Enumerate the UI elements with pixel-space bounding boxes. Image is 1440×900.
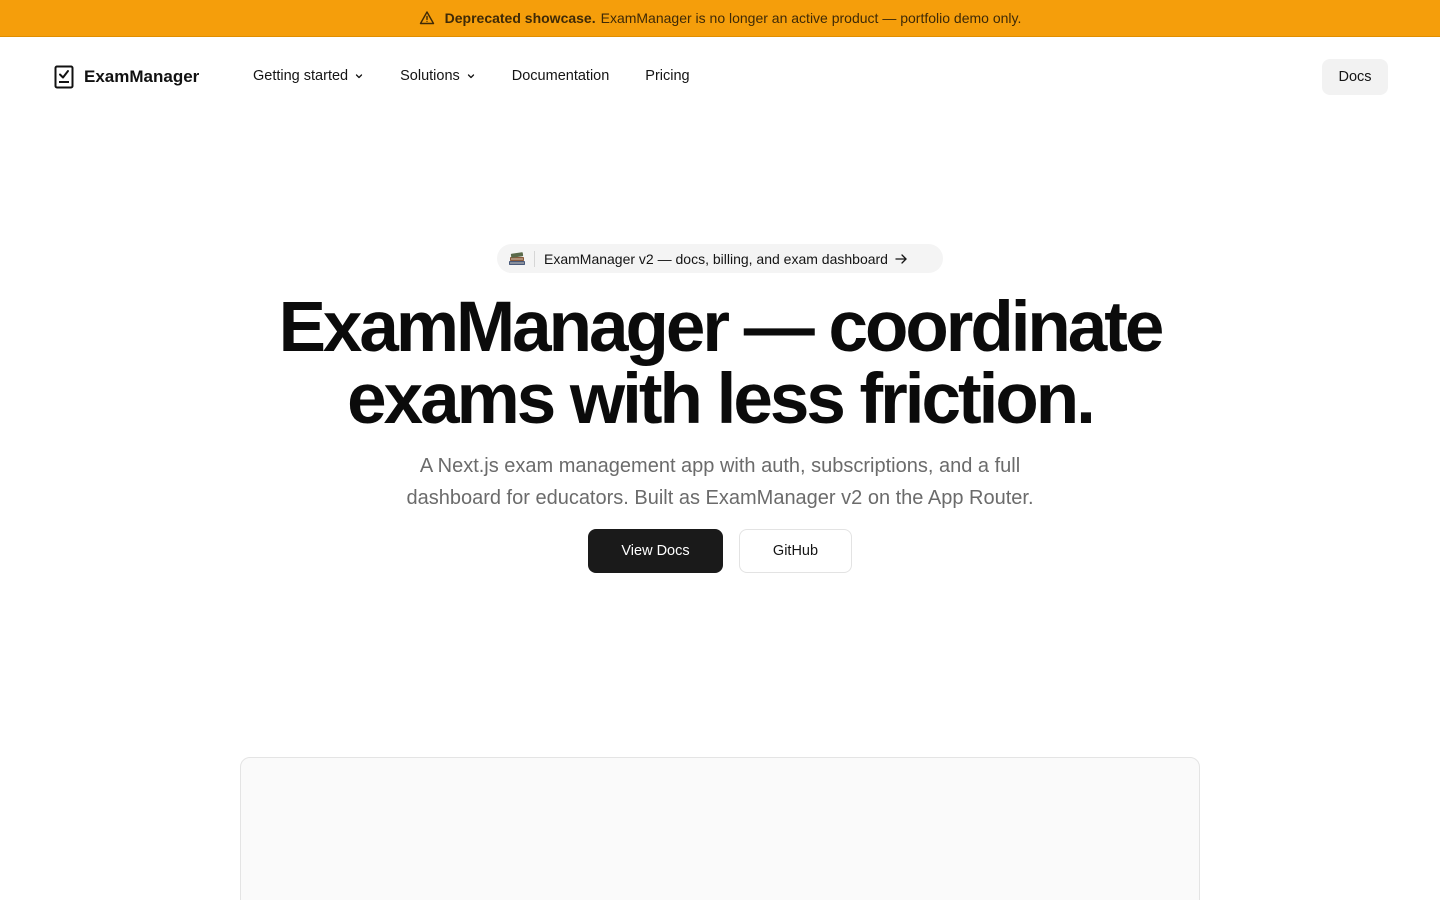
arrow-right-icon	[894, 252, 908, 266]
nav-item-label: Pricing	[645, 68, 690, 84]
hero-subtitle: A Next.js exam management app with auth,…	[370, 450, 1070, 514]
books-icon	[507, 250, 527, 268]
hero-title: ExamManager — coordinate exams with less…	[0, 292, 1440, 436]
hero-title-line-1: ExamManager — coordinate	[278, 288, 1165, 367]
top-navigation: ExamManager Getting started Solutions Do…	[0, 37, 1440, 117]
nav-item-getting-started[interactable]: Getting started	[253, 68, 364, 84]
deprecation-banner: Deprecated showcase. ExamManager is no l…	[0, 0, 1440, 37]
hero-subtitle-line-1: A Next.js exam management app with auth,…	[419, 455, 1021, 477]
nav-item-label: Solutions	[400, 68, 460, 84]
announcement-pill[interactable]: ExamManager v2 — docs, billing, and exam…	[497, 244, 943, 273]
banner-text: ExamManager is no longer an active produ…	[600, 10, 1022, 26]
dashboard-preview-panel	[240, 757, 1200, 900]
view-docs-button[interactable]: View Docs	[588, 529, 723, 573]
clipboard-check-icon	[54, 65, 74, 89]
nav-item-documentation[interactable]: Documentation	[512, 68, 610, 84]
hero-subtitle-line-2: dashboard for educators. Built as ExamMa…	[406, 487, 1034, 509]
pill-text: ExamManager v2 — docs, billing, and exam…	[544, 250, 888, 267]
warning-triangle-icon	[419, 10, 435, 26]
hero-title-line-2: exams with less friction.	[347, 360, 1096, 439]
pill-divider	[534, 250, 535, 267]
github-button[interactable]: GitHub	[739, 529, 852, 573]
chevron-down-icon	[466, 71, 476, 81]
chevron-down-icon	[354, 71, 364, 81]
banner-strong-text: Deprecated showcase.	[444, 10, 596, 26]
brand-logo[interactable]: ExamManager	[54, 65, 199, 89]
nav-links: Getting started Solutions Documentation …	[253, 68, 726, 84]
nav-item-solutions[interactable]: Solutions	[400, 68, 476, 84]
nav-item-label: Getting started	[253, 68, 349, 84]
nav-item-label: Documentation	[511, 68, 610, 84]
docs-button[interactable]: Docs	[1322, 59, 1388, 95]
brand-name: ExamManager	[84, 67, 200, 86]
nav-item-pricing[interactable]: Pricing	[645, 68, 689, 84]
